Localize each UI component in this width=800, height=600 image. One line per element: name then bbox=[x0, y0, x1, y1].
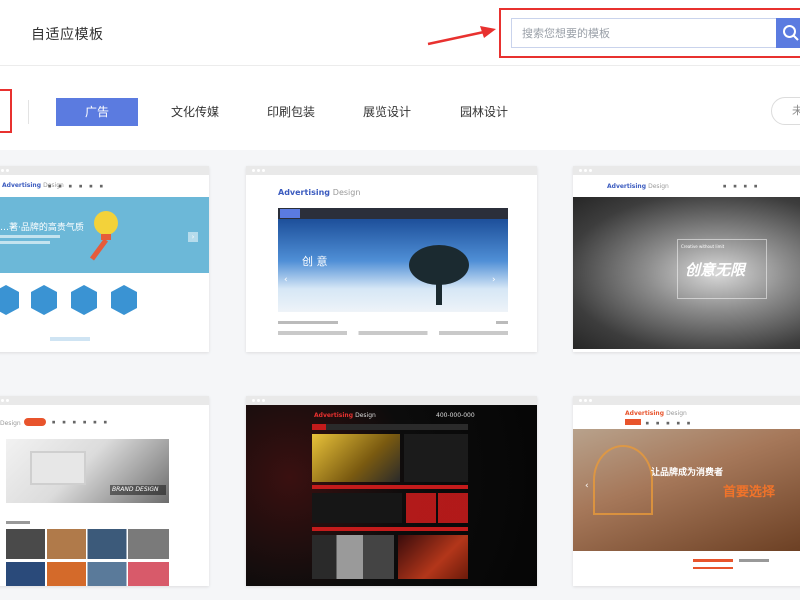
carousel-prev-icon[interactable]: ‹ bbox=[284, 275, 288, 285]
carousel-prev-icon[interactable]: ‹ bbox=[585, 481, 589, 491]
more-filter-button[interactable]: 未 bbox=[771, 97, 800, 125]
card-titlebar bbox=[0, 166, 209, 175]
search-button[interactable] bbox=[776, 18, 800, 48]
carousel-next-icon[interactable]: › bbox=[188, 232, 198, 242]
template-card-4[interactable]: Design ■ ■ ■ ■ ■ ■ BRAND DESIGN bbox=[0, 396, 209, 586]
card-preview: Advertising Design 400-000-000 bbox=[246, 405, 537, 586]
search-icon bbox=[783, 25, 799, 41]
card-titlebar bbox=[573, 166, 800, 175]
preview-logo: Advertising Design bbox=[314, 412, 376, 419]
tree-icon bbox=[409, 245, 469, 305]
template-card-3[interactable]: Advertising Design ■ ■ ■ ■ Creative without… bbox=[573, 166, 800, 352]
card-titlebar bbox=[246, 396, 537, 405]
card-titlebar bbox=[246, 166, 537, 175]
category-tab-exhibition-design[interactable]: 展览设计 bbox=[352, 98, 422, 126]
header: 自适应模板 bbox=[0, 0, 800, 66]
annotation-arrow-icon bbox=[427, 26, 496, 46]
service-icons bbox=[0, 285, 137, 315]
category-tab-print-packaging[interactable]: 印刷包装 bbox=[256, 98, 326, 126]
category-divider bbox=[28, 100, 29, 124]
search-input[interactable] bbox=[512, 19, 777, 47]
card-preview: Design ■ ■ ■ ■ ■ ■ BRAND DESIGN bbox=[0, 405, 209, 586]
template-card-6[interactable]: Advertising Design ■■■■■■■ 让品牌成为消费者 首要选择… bbox=[573, 396, 800, 586]
card-titlebar bbox=[573, 396, 800, 405]
selection-highlight-box bbox=[0, 89, 12, 133]
category-tab-advertising[interactable]: 广告 bbox=[56, 98, 138, 126]
category-tab-landscape-design[interactable]: 园林设计 bbox=[449, 98, 519, 126]
card-preview: Advertising Design ■ ■ ■ ■ Creative without… bbox=[573, 175, 800, 352]
card-preview: Advertising Design 创 意 ‹ › bbox=[246, 175, 537, 352]
preview-logo: Design bbox=[0, 420, 21, 427]
preview-logo: Advertising Design bbox=[625, 410, 687, 417]
site-logo-text[interactable]: 自适应模板 bbox=[31, 24, 104, 44]
lightbulb-icon bbox=[89, 211, 118, 261]
template-card-5[interactable]: Advertising Design 400-000-000 bbox=[246, 396, 537, 586]
card-preview: Advertising Design ■ ■ ■ ■ ■ ■ …著·品牌的高贵气质 › bbox=[0, 175, 209, 352]
preview-logo: Advertising Design bbox=[607, 183, 669, 190]
category-tab-culture-media[interactable]: 文化传媒 bbox=[160, 98, 230, 126]
search-field[interactable] bbox=[511, 18, 777, 48]
card-preview: Advertising Design ■■■■■■■ 让品牌成为消费者 首要选择… bbox=[573, 405, 800, 586]
page: 自适应模板 广告 文化传媒 印刷包装 展览设计 园林设计 未 Adv bbox=[0, 0, 800, 600]
preview-logo: Advertising Design bbox=[278, 188, 361, 197]
carousel-next-icon[interactable]: › bbox=[492, 275, 496, 285]
card-titlebar bbox=[0, 396, 209, 405]
template-card-2[interactable]: Advertising Design 创 意 ‹ › bbox=[246, 166, 537, 352]
template-card-1[interactable]: Advertising Design ■ ■ ■ ■ ■ ■ …著·品牌的高贵气质 › bbox=[0, 166, 209, 352]
